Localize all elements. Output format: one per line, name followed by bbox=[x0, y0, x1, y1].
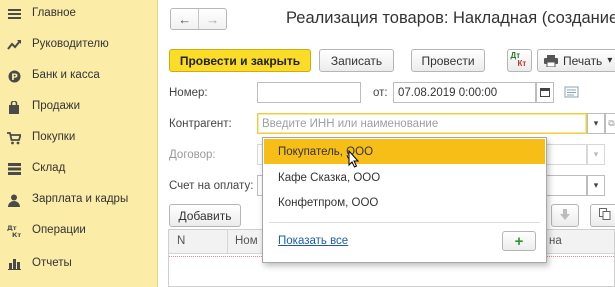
shopping-bag-icon bbox=[7, 100, 21, 114]
sidebar-item-label: Зарплата и кадры bbox=[32, 193, 129, 205]
back-button[interactable]: ← bbox=[171, 9, 198, 29]
svg-text:Кт: Кт bbox=[12, 231, 21, 238]
number-field[interactable] bbox=[257, 82, 361, 103]
counterparty-label: Контрагент: bbox=[169, 118, 232, 130]
open-link-icon: ⧉ bbox=[608, 118, 615, 128]
date-field[interactable]: 07.08.2019 0:00:00 bbox=[393, 82, 536, 103]
mouse-pointer-icon bbox=[346, 150, 360, 168]
number-label: Номер: bbox=[169, 87, 208, 99]
copy-button[interactable] bbox=[590, 204, 615, 227]
add-row-button[interactable]: Добавить bbox=[169, 204, 241, 227]
counterparty-open-button[interactable]: ⧉ bbox=[605, 113, 615, 134]
sidebar-item-purchases[interactable]: Покупки bbox=[0, 126, 158, 150]
contract-label: Договор: bbox=[169, 149, 216, 161]
column-header-n[interactable]: N bbox=[177, 235, 185, 247]
sidebar-item-manager[interactable]: Руководителю bbox=[0, 33, 158, 57]
coin-icon: P bbox=[7, 69, 21, 83]
column-divider bbox=[227, 230, 228, 254]
sidebar-item-bank[interactable]: P Банк и касса bbox=[0, 64, 158, 88]
column-header-nomenclature[interactable]: Ном bbox=[235, 235, 258, 247]
plus-icon: + bbox=[514, 232, 524, 250]
print-label: Печать bbox=[563, 53, 603, 68]
sidebar-item-label: Склад bbox=[32, 162, 66, 174]
navigation-group: ← → bbox=[170, 8, 227, 30]
counterparty-dropdown-button[interactable]: ▾ bbox=[587, 113, 605, 134]
add-counterparty-button[interactable]: + bbox=[502, 231, 536, 251]
print-button[interactable]: Печать ▾ bbox=[537, 49, 615, 72]
bar-chart-icon bbox=[7, 257, 21, 271]
post-button[interactable]: Провести bbox=[411, 49, 485, 72]
sidebar-item-warehouse[interactable]: Склад bbox=[0, 157, 158, 181]
invoice-label: Счет на оплату: bbox=[169, 180, 254, 192]
dropdown-item[interactable]: Кафе Сказка, ООО bbox=[264, 165, 545, 190]
sidebar-item-label: Продажи bbox=[32, 100, 81, 112]
comment-icon[interactable] bbox=[564, 86, 580, 101]
counterparty-input[interactable]: Введите ИНН или наименование bbox=[257, 113, 587, 134]
forward-button[interactable]: → bbox=[198, 9, 226, 29]
counterparty-dropdown-list: Покупатель, ООО Кафе Сказка, ООО Конфетп… bbox=[262, 137, 547, 263]
dropdown-item[interactable]: Покупатель, ООО bbox=[264, 139, 545, 164]
dropdown-divider bbox=[269, 222, 540, 223]
sidebar-item-label: Отчеты bbox=[32, 257, 72, 269]
copy-icon bbox=[599, 208, 611, 223]
sidebar-item-label: Операции bbox=[32, 224, 86, 236]
counterparty-placeholder: Введите ИНН или наименование bbox=[262, 117, 439, 130]
menu-lines-icon bbox=[7, 7, 21, 21]
post-and-close-button[interactable]: Провести и закрыть bbox=[169, 49, 311, 72]
sidebar-item-label: Покупки bbox=[32, 131, 76, 143]
arrow-down-icon bbox=[560, 208, 570, 223]
sidebar-item-sales[interactable]: Продажи bbox=[0, 95, 158, 119]
date-label: от: bbox=[373, 87, 388, 99]
calendar-button[interactable] bbox=[536, 82, 554, 103]
dropdown-item[interactable]: Конфетпром, ООО bbox=[264, 190, 545, 215]
contract-dropdown-button[interactable]: ▾ bbox=[587, 144, 605, 165]
credit-label: Кт bbox=[517, 59, 527, 68]
move-down-button[interactable] bbox=[551, 204, 579, 227]
sidebar: Главное Руководителю P Банк и касса Прод… bbox=[0, 0, 158, 287]
sidebar-item-main[interactable]: Главное bbox=[0, 2, 158, 26]
sidebar-item-label: Банк и касса bbox=[32, 69, 100, 81]
debit-credit-icon: Дт Кт bbox=[7, 224, 21, 238]
chevron-down-icon: ▾ bbox=[593, 149, 599, 159]
warehouse-icon bbox=[7, 162, 21, 176]
save-button[interactable]: Записать bbox=[319, 49, 394, 72]
debit-credit-icon: Дт Кт bbox=[511, 51, 529, 69]
sidebar-item-salary[interactable]: Зарплата и кадры bbox=[0, 188, 158, 212]
invoice-dropdown-button[interactable]: ▾ bbox=[587, 175, 605, 196]
shopping-cart-icon bbox=[7, 131, 21, 145]
chevron-down-icon: ▾ bbox=[607, 55, 613, 66]
column-header-price[interactable]: на bbox=[549, 235, 562, 247]
sidebar-item-label: Руководителю bbox=[32, 38, 109, 50]
sidebar-item-reports[interactable]: Отчеты bbox=[0, 252, 158, 276]
svg-text:P: P bbox=[11, 72, 18, 82]
debit-credit-button[interactable]: Дт Кт bbox=[507, 49, 532, 72]
sidebar-item-operations[interactable]: Дт Кт Операции bbox=[0, 219, 158, 243]
printer-icon bbox=[544, 54, 558, 67]
chevron-down-icon: ▾ bbox=[593, 180, 599, 190]
page-title: Реализация товаров: Накладная (создание bbox=[286, 9, 615, 27]
chevron-down-icon: ▾ bbox=[593, 118, 599, 128]
person-icon bbox=[7, 193, 21, 207]
trend-chart-icon bbox=[7, 38, 21, 52]
show-all-link[interactable]: Показать все bbox=[278, 235, 348, 247]
sidebar-item-label: Главное bbox=[32, 7, 76, 19]
calendar-icon bbox=[540, 87, 550, 99]
